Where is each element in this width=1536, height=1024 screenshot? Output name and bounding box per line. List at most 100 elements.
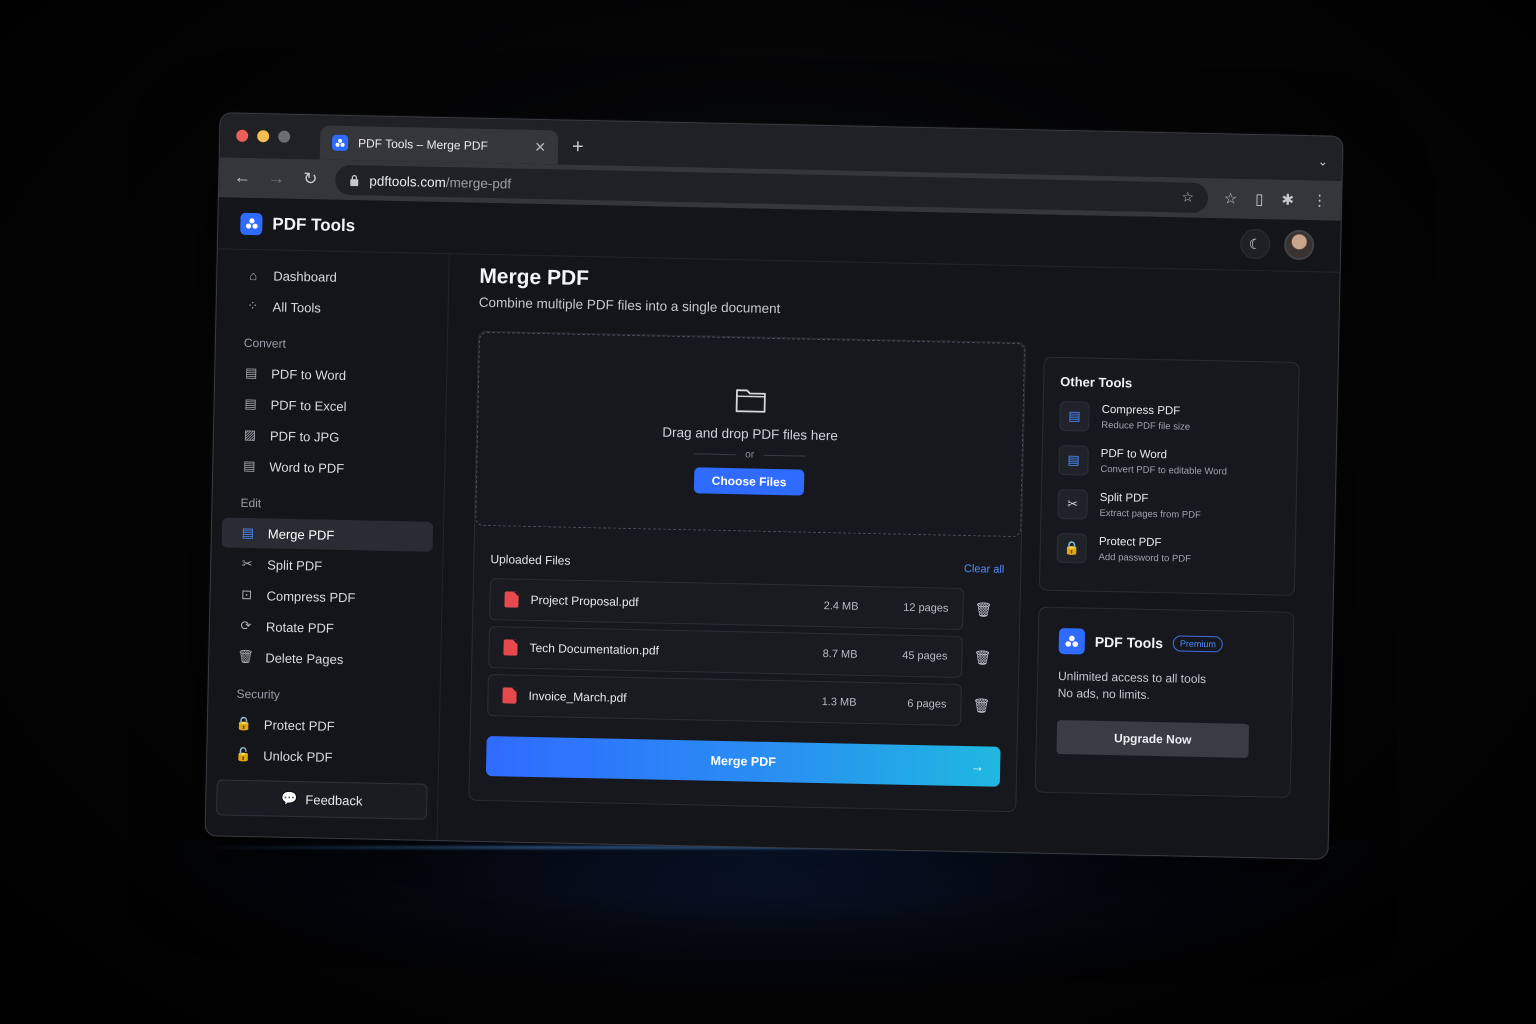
- sidebar-item-all-tools[interactable]: ⁘ All Tools: [226, 291, 438, 325]
- sidebar-item-label: Dashboard: [273, 267, 338, 285]
- feedback-button[interactable]: 💬 Feedback: [215, 779, 428, 820]
- or-divider: or: [693, 448, 807, 461]
- file-row: Project Proposal.pdf 2.4 MB 12 pages 🗑: [489, 578, 1004, 631]
- back-icon[interactable]: ←: [233, 168, 251, 188]
- window-controls: [236, 129, 291, 143]
- side-panel-icon[interactable]: ▯: [1255, 190, 1264, 208]
- other-tool-split-pdf[interactable]: ✂ Split PDF Extract pages from PDF: [1057, 488, 1280, 524]
- new-tab-icon[interactable]: +: [572, 136, 584, 159]
- uploaded-files-header: Uploaded Files Clear all: [490, 552, 1004, 577]
- file-card[interactable]: Project Proposal.pdf 2.4 MB 12 pages: [489, 578, 964, 630]
- tool-description: Add password to PDF: [1098, 551, 1192, 565]
- other-tools-panel: Other Tools ▤ Compress PDF Reduce PDF fi…: [1038, 356, 1300, 596]
- tool-name: Compress PDF: [1101, 403, 1181, 417]
- delete-file-trash-icon[interactable]: 🗑: [961, 696, 1001, 714]
- other-tool-compress-pdf[interactable]: ▤ Compress PDF Reduce PDF file size: [1059, 400, 1282, 436]
- forward-icon[interactable]: →: [267, 168, 285, 188]
- avatar[interactable]: [1283, 229, 1315, 261]
- file-pages: 45 pages: [902, 649, 948, 663]
- tab-title: PDF Tools – Merge PDF: [357, 136, 489, 153]
- delete-file-trash-icon[interactable]: 🗑: [962, 648, 1002, 666]
- sidebar-section-convert: Convert: [243, 335, 287, 351]
- maximize-window-button[interactable]: [278, 130, 291, 143]
- page-subtitle: Combine multiple PDF files into a single…: [478, 294, 781, 317]
- file-row: Tech Documentation.pdf 8.7 MB 45 pages 🗑: [488, 626, 1003, 679]
- tab-close-icon[interactable]: ✕: [534, 138, 546, 155]
- logo-icon: [1058, 628, 1086, 655]
- sidebar-item-delete-pages[interactable]: 🗑 Delete Pages: [219, 641, 431, 675]
- spreadsheet-icon: ▤: [244, 395, 257, 412]
- grid-icon: ⁘: [247, 297, 259, 314]
- sidebar-item-split-pdf[interactable]: ✂ Split PDF: [221, 548, 433, 582]
- other-tool-pdf-to-word[interactable]: ▤ PDF to Word Convert PDF to editable Wo…: [1058, 444, 1281, 480]
- document-icon: ▤: [243, 457, 256, 474]
- dropzone[interactable]: Drag and drop PDF files here or Choose F…: [475, 331, 1026, 538]
- sidebar-section-security: Security: [236, 686, 281, 702]
- sidebar-item-label: Protect PDF: [263, 716, 335, 734]
- file-name: Invoice_March.pdf: [528, 688, 627, 705]
- sidebar-item-pdf-to-excel[interactable]: ▤ PDF to Excel: [224, 388, 436, 422]
- sidebar-item-label: Merge PDF: [267, 525, 335, 543]
- sidebar-item-compress-pdf[interactable]: ⊡ Compress PDF: [220, 579, 432, 613]
- sidebar-section-edit: Edit: [240, 495, 262, 511]
- sidebar-item-merge-pdf[interactable]: ▤ Merge PDF: [221, 517, 434, 552]
- file-size: 8.7 MB: [822, 648, 858, 661]
- message-icon: 💬: [281, 790, 298, 807]
- brand-name[interactable]: PDF Tools: [272, 214, 355, 236]
- merge-icon: ▤: [241, 524, 255, 541]
- minimize-window-button[interactable]: [257, 130, 270, 143]
- pdf-file-icon: [503, 639, 518, 656]
- document-icon: ▤: [244, 364, 258, 381]
- sidebar-item-pdf-to-word[interactable]: ▤ PDF to Word: [225, 357, 437, 391]
- sidebar-item-pdf-to-jpg[interactable]: ▨ PDF to JPG: [224, 419, 436, 453]
- theme-toggle-moon-icon[interactable]: ☾: [1239, 228, 1271, 260]
- reload-icon[interactable]: ↻: [301, 169, 319, 189]
- sidebar-item-unlock-pdf[interactable]: 🔓 Unlock PDF: [217, 739, 429, 773]
- tool-name: PDF to Word: [1100, 447, 1168, 461]
- trash-icon: 🗑: [237, 648, 254, 665]
- sidebar-item-rotate-pdf[interactable]: ⟳ Rotate PDF: [220, 610, 432, 644]
- sidebar-item-label: PDF to JPG: [269, 427, 340, 445]
- sidebar-item-label: Delete Pages: [265, 649, 344, 667]
- tab-search-icon[interactable]: ⌄: [1318, 154, 1328, 168]
- bookmarks-icon[interactable]: ☆: [1224, 189, 1238, 207]
- tool-name: Protect PDF: [1098, 535, 1162, 549]
- bookmark-star-icon[interactable]: ☆: [1182, 189, 1194, 205]
- sidebar-item-label: Rotate PDF: [265, 618, 335, 636]
- close-window-button[interactable]: [236, 129, 249, 142]
- upgrade-now-button[interactable]: Upgrade Now: [1056, 719, 1250, 758]
- sidebar-item-protect-pdf[interactable]: 🔒 Protect PDF: [218, 708, 430, 742]
- merge-pdf-button[interactable]: Merge PDF →: [485, 736, 1001, 787]
- menu-kebab-icon[interactable]: ⋮: [1312, 191, 1327, 209]
- or-label: or: [745, 449, 755, 461]
- file-card[interactable]: Invoice_March.pdf 1.3 MB 6 pages: [487, 674, 962, 726]
- sidebar-item-word-to-pdf[interactable]: ▤ Word to PDF: [223, 450, 435, 484]
- file-card[interactable]: Tech Documentation.pdf 8.7 MB 45 pages: [488, 626, 963, 678]
- browser-tab[interactable]: PDF Tools – Merge PDF ✕: [319, 125, 559, 165]
- lock-icon: 🔒: [1056, 532, 1088, 564]
- sidebar-item-dashboard[interactable]: ⌂ Dashboard: [227, 260, 439, 294]
- page-title: Merge PDF: [479, 264, 590, 291]
- file-size: 1.3 MB: [821, 696, 857, 709]
- arrow-right-icon: →: [970, 758, 985, 775]
- sidebar-item-label: Compress PDF: [266, 587, 356, 605]
- sidebar-item-label: PDF to Word: [271, 365, 347, 383]
- uploaded-files-title: Uploaded Files: [490, 552, 571, 568]
- sidebar-item-label: PDF to Excel: [270, 396, 347, 414]
- logo-icon[interactable]: [240, 212, 263, 235]
- choose-files-button[interactable]: Choose Files: [693, 467, 805, 496]
- file-row: Invoice_March.pdf 1.3 MB 6 pages 🗑: [487, 674, 1002, 727]
- split-icon: ✂: [241, 555, 253, 572]
- clear-all-link[interactable]: Clear all: [964, 563, 1005, 576]
- sidebar: ⌂ Dashboard ⁘ All Tools Convert ▤ PDF to…: [205, 249, 450, 841]
- unlock-icon: 🔓: [235, 746, 252, 763]
- premium-line-2: No ads, no limits.: [1057, 685, 1150, 702]
- extensions-icon[interactable]: ✱: [1281, 191, 1294, 209]
- delete-file-trash-icon[interactable]: 🗑: [963, 600, 1003, 618]
- premium-brand: PDF Tools: [1094, 633, 1164, 652]
- rotate-icon: ⟳: [240, 617, 252, 634]
- sidebar-item-label: Unlock PDF: [263, 747, 333, 765]
- url-path: /merge-pdf: [445, 174, 512, 191]
- pdf-file-icon: [504, 591, 519, 608]
- other-tool-protect-pdf[interactable]: 🔒 Protect PDF Add password to PDF: [1056, 532, 1279, 568]
